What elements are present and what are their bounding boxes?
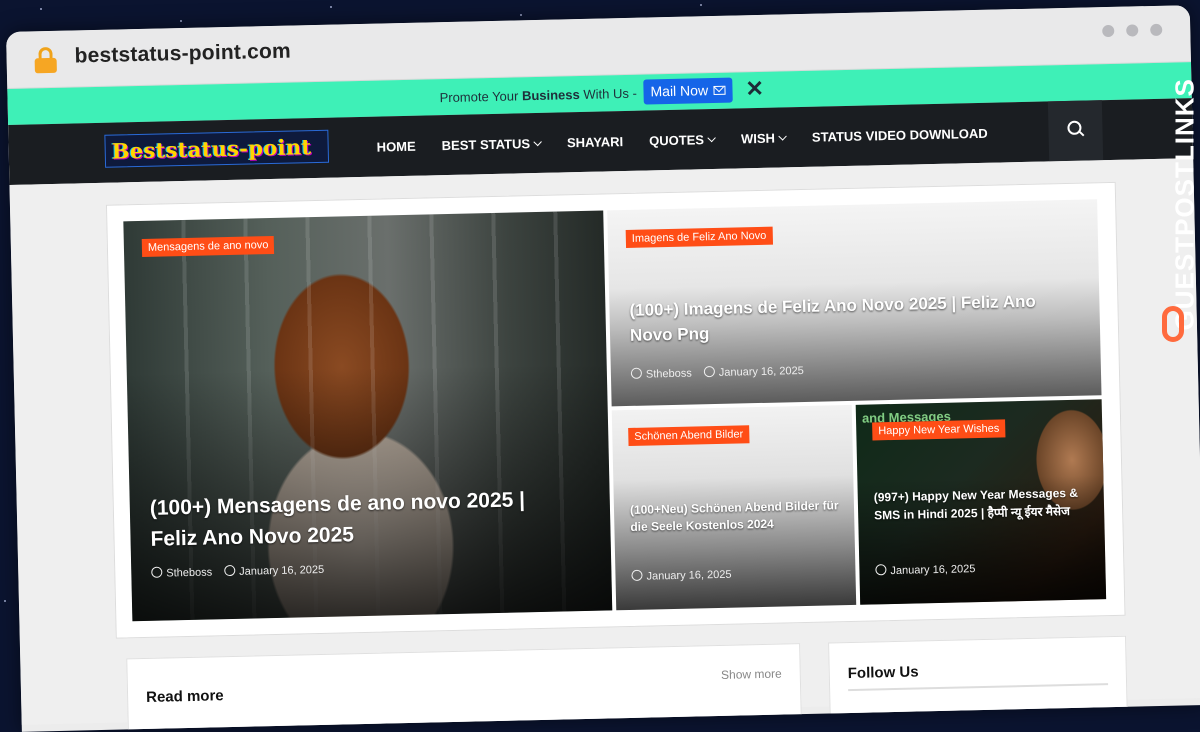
mail-now-label: Mail Now xyxy=(650,78,708,104)
post-date: January 16, 2025 xyxy=(646,569,731,583)
follow-us-widget: Follow Us xyxy=(828,636,1128,725)
nav-item-best-status[interactable]: BEST STATUS xyxy=(429,135,555,153)
section-title: Read more xyxy=(146,687,224,706)
envelope-icon xyxy=(713,86,725,95)
address-bar-url[interactable]: beststatus-point.com xyxy=(74,40,291,69)
chevron-down-icon xyxy=(534,137,542,145)
chevron-down-icon xyxy=(708,133,716,141)
clock-icon xyxy=(224,565,235,576)
site-logo[interactable]: Beststatus-point xyxy=(104,130,329,168)
nav-item-wish[interactable]: WISH xyxy=(728,130,799,147)
post-title[interactable]: (100+) Mensagens de ano novo 2025 | Feli… xyxy=(149,483,570,555)
user-icon xyxy=(631,368,642,379)
clock-icon xyxy=(631,570,642,581)
browser-window: beststatus-point.com Promote Your Busine… xyxy=(6,5,1200,732)
lock-icon xyxy=(34,47,57,73)
post-meta: Stheboss January 16, 2025 xyxy=(631,364,804,381)
window-controls xyxy=(1102,24,1162,37)
post-title[interactable]: (100+) Imagens de Feliz Ano Novo 2025 | … xyxy=(629,288,1070,348)
read-more-section: Read more Show more xyxy=(126,643,802,732)
post-title[interactable]: (997+) Happy New Year Messages & SMS in … xyxy=(874,484,1085,525)
chevron-down-icon xyxy=(779,132,787,140)
post-author[interactable]: Stheboss xyxy=(646,368,692,381)
guestpostlinks-watermark: GUESTPOSTLINKS xyxy=(1160,60,1194,360)
window-dot-icon[interactable] xyxy=(1126,24,1138,36)
watermark-text: GUESTPOSTLINKS xyxy=(1170,41,1200,331)
search-button[interactable] xyxy=(1048,100,1103,161)
post-meta: January 16, 2025 xyxy=(875,562,975,577)
divider xyxy=(848,683,1108,691)
post-meta: January 16, 2025 xyxy=(631,568,731,583)
main-content: Mensagens de ano novo (100+) Mensagens d… xyxy=(9,158,1200,725)
mail-now-button[interactable]: Mail Now xyxy=(643,78,732,105)
nav-item-home[interactable]: HOME xyxy=(364,138,429,154)
close-promo-icon[interactable]: ✕ xyxy=(745,76,764,102)
post-author[interactable]: Stheboss xyxy=(166,566,212,579)
post-title[interactable]: (100+Neu) Schönen Abend Bilder für die S… xyxy=(630,497,841,536)
clock-icon xyxy=(704,366,715,377)
show-more-link[interactable]: Show more xyxy=(721,667,782,682)
widget-title: Follow Us xyxy=(848,663,919,682)
post-date: January 16, 2025 xyxy=(890,563,975,577)
category-badge[interactable]: Happy New Year Wishes xyxy=(872,419,1005,440)
clock-icon xyxy=(875,564,886,575)
post-date: January 16, 2025 xyxy=(239,564,324,578)
featured-post-main[interactable]: Mensagens de ano novo (100+) Mensagens d… xyxy=(123,210,612,621)
category-badge[interactable]: Mensagens de ano novo xyxy=(142,236,275,257)
chain-link-icon xyxy=(1162,306,1184,342)
category-badge[interactable]: Imagens de Feliz Ano Novo xyxy=(626,227,773,248)
nav-item-shayari[interactable]: SHAYARI xyxy=(554,133,636,150)
category-badge[interactable]: Schönen Abend Bilder xyxy=(628,425,749,446)
nav-item-quotes[interactable]: QUOTES xyxy=(636,131,728,148)
promo-text: Promote Your Business With Us - xyxy=(439,86,637,105)
featured-post-3[interactable]: Schönen Abend Bilder (100+Neu) Schönen A… xyxy=(612,405,856,610)
user-icon xyxy=(151,567,162,578)
nav-item-status-video-download[interactable]: STATUS VIDEO DOWNLOAD xyxy=(799,125,1001,145)
post-date: January 16, 2025 xyxy=(719,365,804,379)
featured-post-4[interactable]: and Messages Happy New Year Wishes (997+… xyxy=(856,399,1106,605)
window-dot-icon[interactable] xyxy=(1102,25,1114,37)
featured-post-2[interactable]: Imagens de Feliz Ano Novo (100+) Imagens… xyxy=(607,199,1101,406)
window-dot-icon[interactable] xyxy=(1150,24,1162,36)
featured-grid: Mensagens de ano novo (100+) Mensagens d… xyxy=(106,182,1126,639)
